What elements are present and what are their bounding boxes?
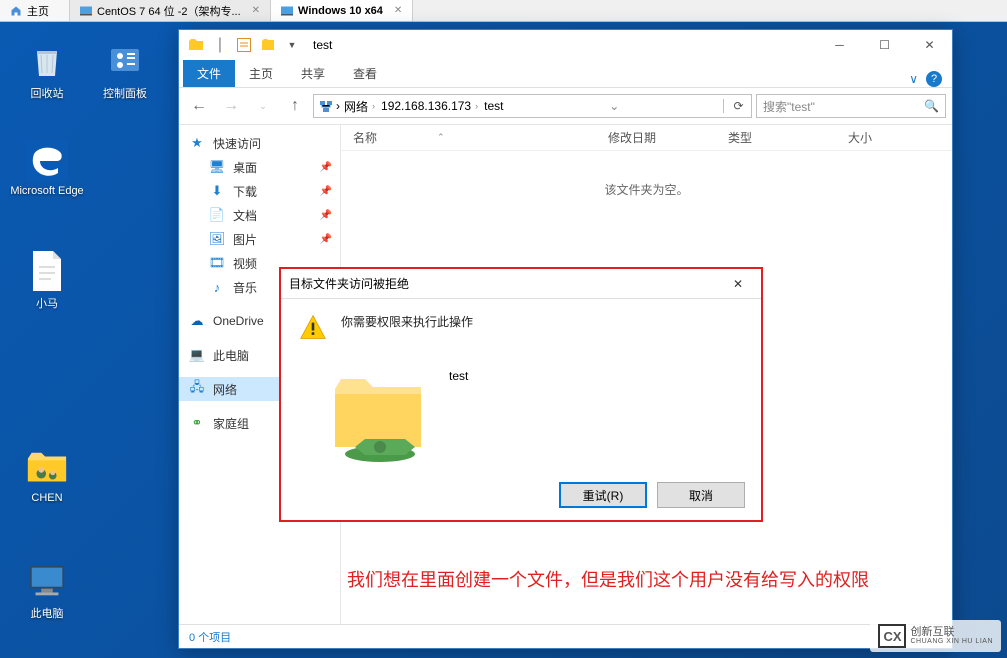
dialog-title-bar: 目标文件夹访问被拒绝 ✕ <box>281 269 761 299</box>
shared-folder-icon <box>26 448 68 488</box>
column-date[interactable]: 修改日期 <box>596 129 716 146</box>
pin-icon: 📌 <box>320 234 332 245</box>
dialog-title: 目标文件夹访问被拒绝 <box>289 275 409 292</box>
vm-tab-centos-label: CentOS 7 64 位 -2（架构专... <box>97 3 241 19</box>
vm-tab-home-label: 主页 <box>27 3 49 19</box>
pc-icon: 💻 <box>189 347 205 363</box>
desktop-icon-recycle-bin[interactable]: 回收站 <box>10 40 84 101</box>
close-icon[interactable]: ✕ <box>252 5 260 16</box>
music-icon: ♪ <box>209 279 225 295</box>
maximize-button[interactable]: ☐ <box>862 31 907 59</box>
vm-tab-windows-label: Windows 10 x64 <box>298 5 383 17</box>
watermark-logo: CX <box>878 624 906 648</box>
control-panel-icon <box>105 41 145 81</box>
videos-icon: 🎞 <box>209 255 225 271</box>
vm-tab-bar: 主页 CentOS 7 64 位 -2（架构专... ✕ Windows 10 … <box>0 0 1007 22</box>
downloads-icon: ⬇ <box>209 183 225 199</box>
new-folder-icon[interactable] <box>257 34 279 56</box>
ribbon-tab-view[interactable]: 查看 <box>339 60 391 87</box>
annotation-text: 我们想在里面创建一个文件，但是我们这个用户没有给写入的权限 <box>347 566 869 592</box>
access-denied-dialog: 目标文件夹访问被拒绝 ✕ 你需要权限来执行此操作 test 重试(R) 取消 <box>279 267 763 522</box>
dialog-message: 你需要权限来执行此操作 <box>341 313 473 341</box>
star-icon: ★ <box>189 135 205 151</box>
breadcrumb-ip[interactable]: 192.168.136.173› <box>379 99 480 113</box>
pin-icon: 📌 <box>320 210 332 221</box>
forward-button[interactable]: → <box>217 94 245 118</box>
pin-icon: 📌 <box>320 186 332 197</box>
ribbon-tab-home[interactable]: 主页 <box>235 60 287 87</box>
network-folder-icon <box>325 369 435 469</box>
warning-icon <box>299 313 327 341</box>
close-button[interactable]: ✕ <box>907 31 952 59</box>
vm-tab-centos[interactable]: CentOS 7 64 位 -2（架构专... ✕ <box>70 0 271 21</box>
help-icon[interactable]: ? <box>926 71 942 87</box>
desktop-icon-this-pc[interactable]: 此电脑 <box>10 560 84 621</box>
desktop-icon-xiaoma[interactable]: 小马 <box>10 250 84 311</box>
item-count: 0 个项目 <box>189 629 231 645</box>
text-file-icon <box>29 249 65 293</box>
homegroup-icon: ⚭ <box>189 415 205 431</box>
desktop-icon: 🖥 <box>209 159 225 175</box>
cancel-button[interactable]: 取消 <box>657 482 745 508</box>
up-button[interactable]: ↑ <box>281 94 309 118</box>
status-bar: 0 个项目 <box>179 624 952 648</box>
edge-icon <box>26 140 68 182</box>
windows-icon <box>281 5 293 17</box>
recent-dropdown[interactable]: ⌄ <box>249 94 277 118</box>
address-row: ← → ⌄ ↑ › 网络› 192.168.136.173› test ⌄ ⟳ … <box>179 88 952 124</box>
network-icon: 🖧 <box>189 381 205 397</box>
column-name[interactable]: 名称⌃ <box>341 129 596 146</box>
recycle-bin-icon <box>27 41 67 81</box>
pin-icon: 📌 <box>320 162 332 173</box>
ribbon-expand-icon[interactable]: ∨ <box>909 72 918 86</box>
desktop-icon-control-panel[interactable]: 控制面板 <box>88 40 162 101</box>
column-size[interactable]: 大小 <box>836 129 916 146</box>
column-headers: 名称⌃ 修改日期 类型 大小 <box>341 125 952 151</box>
home-icon <box>10 5 22 17</box>
sidebar-quick-access[interactable]: ★快速访问 <box>179 131 340 155</box>
dialog-close-button[interactable]: ✕ <box>723 277 753 291</box>
centos-icon <box>80 5 92 17</box>
ribbon-tab-share[interactable]: 共享 <box>287 60 339 87</box>
onedrive-icon: ☁ <box>189 313 205 329</box>
vm-tab-home[interactable]: 主页 <box>0 0 70 21</box>
qat-dropdown-icon[interactable]: ▼ <box>281 34 303 56</box>
back-button[interactable]: ← <box>185 94 213 118</box>
pictures-icon: 🖼 <box>209 231 225 247</box>
sidebar-pictures[interactable]: 🖼图片📌 <box>179 227 340 251</box>
sidebar-desktop[interactable]: 🖥桌面📌 <box>179 155 340 179</box>
watermark: CX 创新互联CHUANG XIN HU LIAN <box>870 620 1001 652</box>
ribbon-tab-file[interactable]: 文件 <box>183 60 235 87</box>
column-type[interactable]: 类型 <box>716 129 836 146</box>
refresh-button[interactable]: ⟳ <box>723 99 747 113</box>
desktop-icon-edge[interactable]: Microsoft Edge <box>10 140 84 197</box>
vm-tab-windows[interactable]: Windows 10 x64 ✕ <box>271 0 413 21</box>
sidebar-downloads[interactable]: ⬇下载📌 <box>179 179 340 203</box>
desktop: 回收站 控制面板 Microsoft Edge 小马 CHEN 此电脑 | ▼ … <box>0 22 1007 658</box>
window-title: test <box>313 38 332 52</box>
desktop-icon-chen-folder[interactable]: CHEN <box>10 447 84 504</box>
dialog-folder-name: test <box>449 369 468 383</box>
network-icon <box>318 98 334 114</box>
ribbon-tabs: 文件 主页 共享 查看 ∨ ? <box>179 60 952 88</box>
close-icon[interactable]: ✕ <box>394 5 402 16</box>
sort-indicator: ⌃ <box>437 132 445 143</box>
title-bar: | ▼ test ─ ☐ ✕ <box>179 30 952 60</box>
address-dropdown[interactable]: ⌄ <box>605 99 623 113</box>
breadcrumb-network[interactable]: 网络› <box>342 98 377 115</box>
chevron-right-icon: › <box>336 99 340 113</box>
search-input[interactable]: 搜索"test" 🔍 <box>756 94 946 118</box>
properties-icon[interactable] <box>233 34 255 56</box>
folder-icon <box>185 34 207 56</box>
empty-folder-message: 该文件夹为空。 <box>341 181 952 198</box>
qat-separator: | <box>209 34 231 56</box>
sidebar-documents[interactable]: 📄文档📌 <box>179 203 340 227</box>
search-icon: 🔍 <box>924 99 939 113</box>
retry-button[interactable]: 重试(R) <box>559 482 647 508</box>
address-bar[interactable]: › 网络› 192.168.136.173› test ⌄ ⟳ <box>313 94 752 118</box>
this-pc-icon <box>26 561 68 601</box>
breadcrumb-folder[interactable]: test <box>482 99 505 113</box>
documents-icon: 📄 <box>209 207 225 223</box>
minimize-button[interactable]: ─ <box>817 31 862 59</box>
